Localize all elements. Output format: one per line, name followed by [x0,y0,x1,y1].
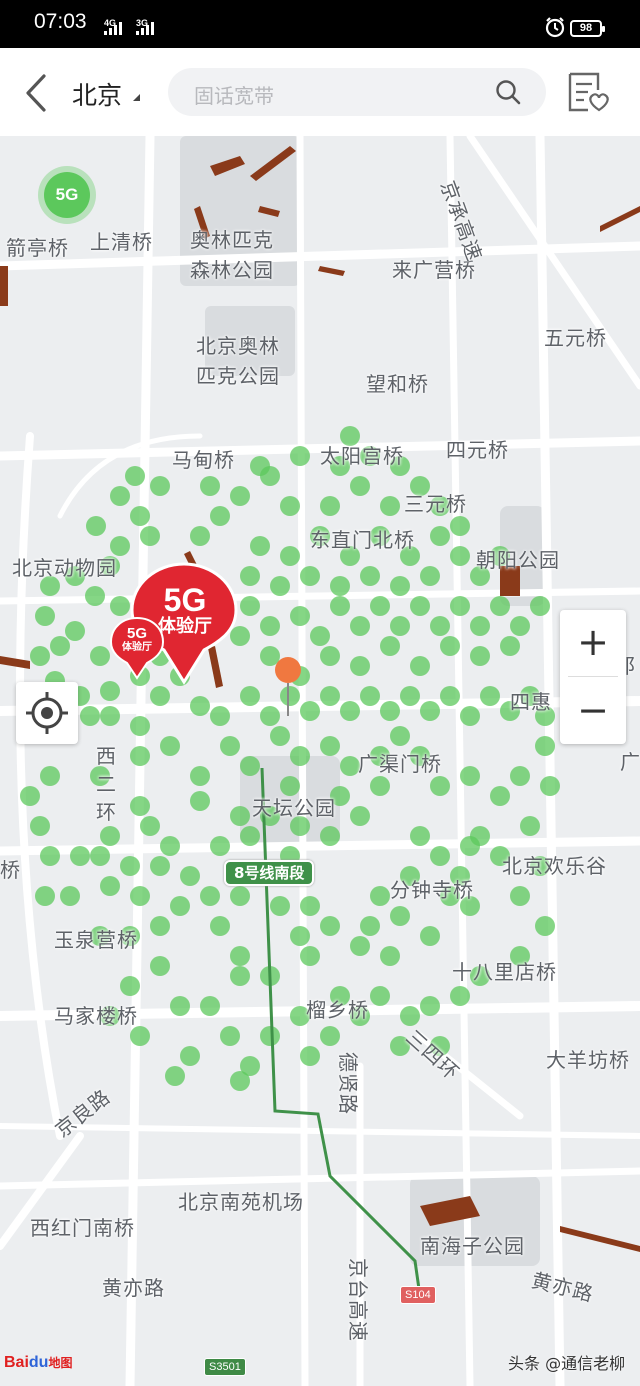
signal-bars-icon [136,22,154,35]
map-label: 广渠门桥 [358,752,442,776]
search-input[interactable]: 固话宽带 [194,80,274,109]
zoom-out-button[interactable]: − [560,678,626,744]
locate-me-button[interactable] [16,682,78,744]
zoom-divider [568,676,618,677]
status-bar: 07:03 4G 3G 98 [0,0,640,48]
map-label: 北京奥林 [196,334,280,358]
baidu-map-logo: Baidu地图 [4,1354,73,1371]
map-label: 环 [96,800,117,824]
pin-small-title: 5G [126,625,147,642]
map-label: 南海子公园 [420,1234,525,1258]
city-dropdown-icon[interactable] [133,94,140,101]
signal-bars-icon [104,22,122,35]
map-label: 广 [620,750,640,774]
search-box[interactable]: 固话宽带 [168,68,546,116]
map-label: 三元桥 [404,492,467,516]
map-label: 北京动物园 [12,556,117,580]
map-label: 五元桥 [544,326,607,350]
map-label: 黄亦路 [102,1276,165,1300]
map-label: 太阳宫桥 [320,444,404,468]
map-label: 东直门北桥 [310,528,415,552]
map-label: 大羊坊桥 [546,1048,630,1072]
top-bar: 北京 固话宽带 [0,48,640,136]
5g-badge-label: 5G [44,172,90,218]
highway-s104-badge: S104 [400,1286,436,1304]
zoom-in-button[interactable]: + [560,610,626,676]
map-label: 朝阳公园 [476,548,560,572]
pin-small-subtitle: 体验厅 [122,642,152,653]
map-label: 四元桥 [446,438,509,462]
map-label: 十八里店桥 [452,960,557,984]
map-label: 德贤路 [336,1052,360,1115]
map-label: 西 [96,744,117,768]
map-label: 天坛公园 [252,796,336,820]
map-view[interactable]: 5G 体验厅 5G 体验厅 5G 箭亭桥 上清桥 奥林匹克 森林公园 来广营桥 … [0,136,640,1386]
map-label: 马甸桥 [172,448,235,472]
5g-coverage-badge[interactable]: 5G [38,166,96,224]
map-label: 马家楼桥 [54,1004,138,1028]
map-label: 匹克公园 [196,364,280,388]
map-label: 玉泉营桥 [54,928,138,952]
subway-line-8-badge[interactable]: 8号线南段 [224,860,315,886]
map-label: 桥 [0,858,21,882]
map-label: 阝 [624,654,640,678]
map-label: 望和桥 [366,372,429,396]
favorites-list-icon[interactable] [566,70,612,114]
map-label: 箭亭桥 [6,236,69,260]
current-poi-marker[interactable] [275,657,301,683]
map-label: 森林公园 [190,258,274,282]
map-label: 北京欢乐谷 [502,854,607,878]
crosshair-icon [26,692,68,734]
back-arrow-icon[interactable] [20,70,60,116]
status-time: 07:03 [34,10,87,33]
map-label: 奥林匹克 [190,228,274,252]
zoom-controls: + − [560,610,626,744]
pin-large-title: 5G [163,582,207,618]
search-icon[interactable] [494,78,522,106]
map-label: 榴乡桥 [306,998,369,1022]
battery-icon: 98 [570,20,605,37]
watermark: 头条 @通信老柳 [508,1354,626,1373]
highway-s3501-badge: S3501 [204,1358,246,1376]
city-selector[interactable]: 北京 [72,76,122,112]
map-label: 北京南苑机场 [178,1190,304,1214]
alarm-icon [545,17,565,38]
map-label: 京台高速 [346,1258,370,1342]
map-label: 四惠 [510,690,552,714]
map-label: 二 [96,772,117,796]
map-label: 西红门南桥 [30,1216,135,1240]
pin-large-subtitle: 体验厅 [158,616,212,636]
map-label: 分钟寺桥 [390,878,474,902]
map-label: 上清桥 [90,230,153,254]
